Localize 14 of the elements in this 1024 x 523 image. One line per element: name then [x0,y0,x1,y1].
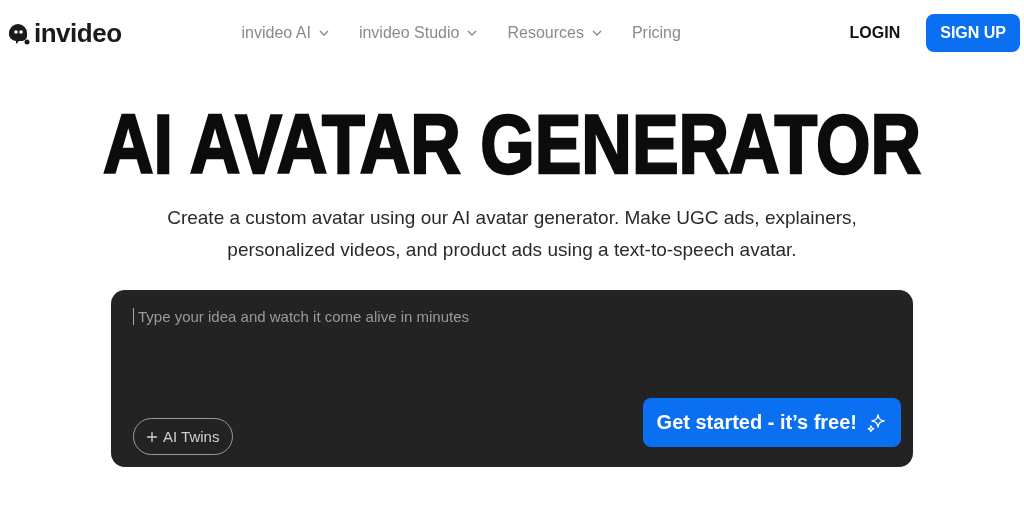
nav-link[interactable]: invideo Studio [358,24,478,42]
nav-link[interactable]: invideo AI [241,24,329,42]
plus-icon [147,431,157,442]
login-link[interactable]: LOGIN [849,24,901,42]
nav-link[interactable]: Pricing [631,24,681,42]
sparkle-icon [867,412,887,433]
hero-subtitle: Create a custom avatar using our AI avatar generator. Make UGC ads, explainers, personalized videos, and product ads using a text-to-speech avatar. [166,206,858,262]
get-started-button[interactable]: Get started - it’s free! [642,398,901,447]
nav-link[interactable]: Resources [507,24,602,42]
ghost-logo-icon[interactable] [6,21,30,45]
hero-title: AI AVATAR GENERATOR [103,108,921,180]
prompt-input[interactable]: Type your idea and watch it come alive in minutes [133,308,642,325]
signup-button[interactable]: SIGN UP [926,14,1020,52]
logo-text[interactable]: invideo [34,17,122,49]
